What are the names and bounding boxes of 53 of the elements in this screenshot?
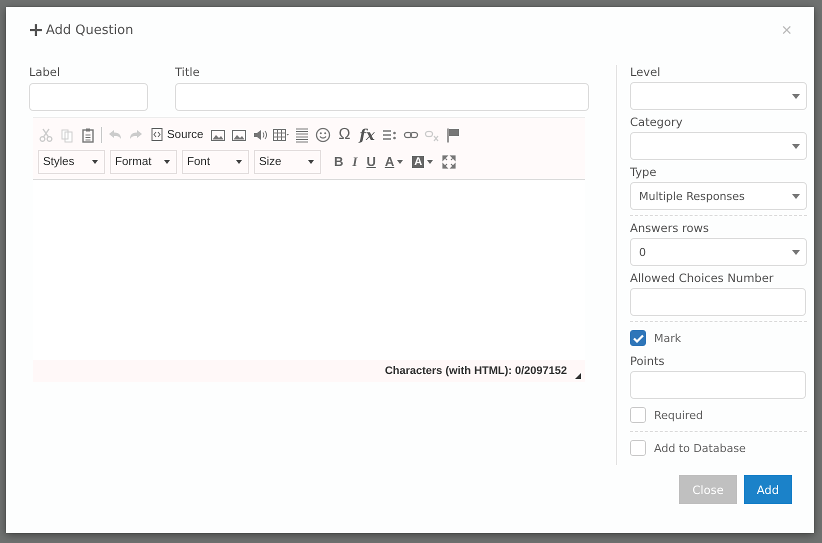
caret-icon (92, 160, 98, 164)
italic-button[interactable]: I (352, 154, 358, 170)
formula-button[interactable]: fx (357, 126, 377, 144)
select-field[interactable] (630, 82, 807, 110)
text-field[interactable] (29, 83, 148, 111)
checkbox-label: Required (654, 408, 703, 422)
caret-icon (427, 160, 434, 164)
field-label: Level (630, 65, 662, 81)
caret-icon (792, 250, 800, 254)
horizontal-rule-icon[interactable] (294, 126, 310, 142)
field-label: Category (630, 115, 684, 131)
add-button[interactable]: Add (744, 475, 792, 504)
select-field[interactable]: Multiple Responses (630, 182, 807, 210)
caret-icon (792, 194, 800, 198)
clipboard-icon[interactable] (80, 126, 96, 142)
caret-icon (397, 160, 404, 164)
caret-icon (792, 94, 800, 98)
checkbox-label: Add to Database (654, 442, 746, 454)
field-label: Points (630, 354, 666, 370)
checkbox[interactable] (630, 330, 646, 346)
caret-icon (792, 144, 800, 148)
caret-icon (236, 160, 242, 164)
text-field[interactable] (630, 288, 806, 316)
text-field[interactable] (630, 371, 806, 399)
text-field[interactable] (175, 83, 589, 111)
table-icon[interactable] (273, 126, 290, 142)
caret-icon (164, 160, 170, 164)
field-label: Title (175, 65, 201, 81)
select-field[interactable] (630, 132, 807, 160)
bold-button[interactable]: B (334, 154, 344, 169)
character-counter: Characters (with HTML): 0/2097152 (384, 365, 567, 377)
field-label: Allowed Choices Number (630, 271, 775, 287)
dialog-title: +Add Question (28, 20, 134, 40)
resize-handle-icon[interactable] (575, 373, 581, 379)
source-button[interactable]: Source (149, 128, 206, 141)
source-code-icon (151, 128, 163, 141)
field-label: Type (630, 165, 658, 181)
smiley-icon[interactable] (315, 126, 332, 142)
text-color-button[interactable]: A (384, 154, 404, 169)
style-dropdown[interactable]: Styles (38, 150, 105, 174)
flag-icon[interactable] (444, 126, 461, 142)
select-field[interactable]: 0 (630, 238, 807, 266)
style-dropdown[interactable]: Font (182, 150, 249, 174)
field-label: Answers rows (630, 221, 710, 237)
maximize-icon[interactable] (442, 154, 456, 168)
special-character-button[interactable]: Ω (336, 126, 352, 144)
caret-icon (308, 160, 314, 164)
style-dropdown[interactable]: Format (110, 150, 177, 174)
checkmark-icon (632, 334, 644, 342)
style-dropdown[interactable]: Size (254, 150, 321, 174)
underline-button[interactable]: U (366, 154, 376, 169)
checkbox-label: Mark (654, 332, 682, 344)
field-label: Label (29, 65, 62, 81)
